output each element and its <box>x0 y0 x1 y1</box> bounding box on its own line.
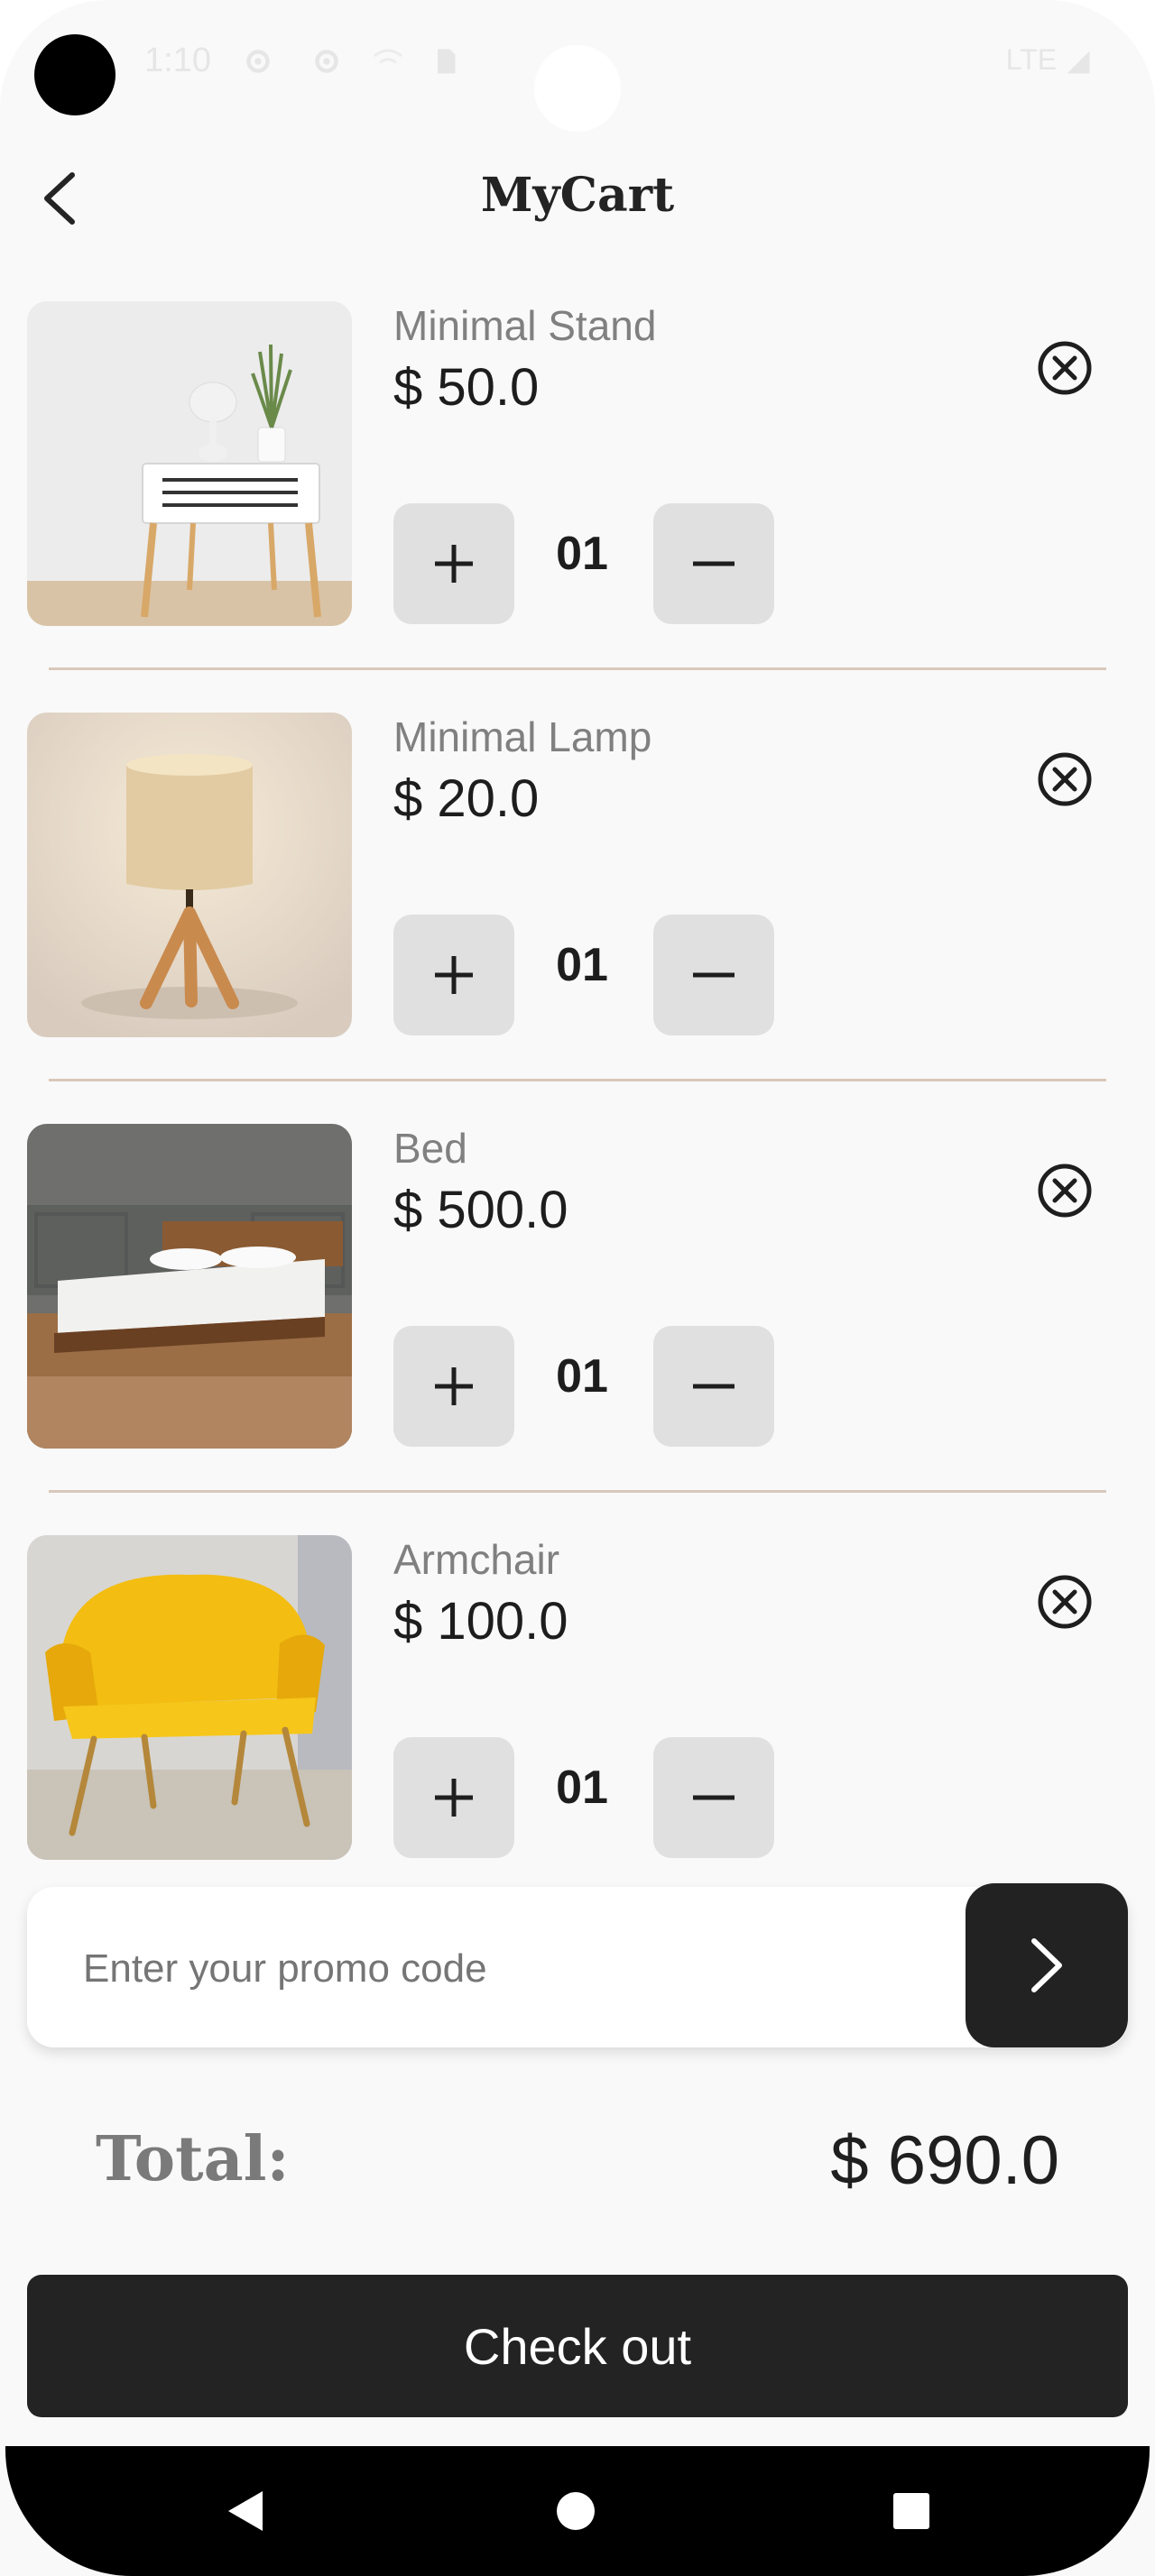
item-price: $ 50.0 <box>393 358 540 417</box>
item-price: $ 20.0 <box>393 769 540 828</box>
status-time: 1:10 <box>144 41 211 79</box>
back-triangle-icon <box>228 2491 263 2531</box>
gear-icon <box>246 50 270 73</box>
item-divider <box>49 1079 1106 1081</box>
system-nav-bar <box>5 2446 1150 2576</box>
quantity-value: 01 <box>556 939 608 991</box>
front-camera <box>34 34 116 115</box>
promo-submit-button[interactable] <box>966 1883 1128 2047</box>
remove-item-button[interactable] <box>1030 745 1099 814</box>
checkout-label: Check out <box>463 2317 692 2375</box>
item-price: $ 500.0 <box>393 1181 568 1239</box>
plus-icon <box>435 956 473 994</box>
gear-icon <box>315 50 338 73</box>
minus-icon <box>693 561 735 566</box>
product-image[interactable] <box>27 1535 352 1860</box>
item-name: Minimal Stand <box>393 302 657 349</box>
increase-quantity-button[interactable] <box>393 503 514 624</box>
decrease-quantity-button[interactable] <box>653 1326 774 1447</box>
decrease-quantity-button[interactable] <box>653 1737 774 1858</box>
recents-square-icon <box>893 2493 929 2529</box>
stand-photo <box>27 301 352 626</box>
close-circle-icon <box>1038 1164 1092 1218</box>
total-label: Total: <box>96 2123 290 2195</box>
decrease-quantity-button[interactable] <box>653 503 774 624</box>
close-circle-icon <box>1038 1575 1092 1629</box>
app-screen: 1:10 LTE MyCart Minimal Stand $ 50.0 01 … <box>0 0 1155 2576</box>
wifi-off-icon <box>374 49 402 64</box>
lamp-photo <box>27 713 352 1037</box>
page-title: MyCart <box>480 168 675 223</box>
cart-item: Minimal Stand $ 50.0 01 <box>27 301 1128 628</box>
promo-code-input[interactable] <box>81 1932 897 2006</box>
item-divider <box>49 1490 1106 1493</box>
product-image[interactable] <box>27 301 352 626</box>
remove-item-button[interactable] <box>1030 334 1099 402</box>
checkout-button[interactable]: Check out <box>27 2275 1128 2417</box>
close-circle-icon <box>1038 752 1092 806</box>
item-name: Bed <box>393 1125 467 1172</box>
product-image[interactable] <box>27 713 352 1037</box>
nav-home-button[interactable] <box>522 2446 630 2576</box>
item-name: Minimal Lamp <box>393 713 652 760</box>
increase-quantity-button[interactable] <box>393 1326 514 1447</box>
quantity-value: 01 <box>556 528 608 580</box>
item-name: Armchair <box>393 1536 560 1583</box>
bed-photo <box>27 1124 352 1449</box>
increase-quantity-button[interactable] <box>393 1737 514 1858</box>
plus-icon <box>435 1367 473 1405</box>
minus-icon <box>693 972 735 978</box>
plus-icon <box>435 545 473 583</box>
decrease-quantity-button[interactable] <box>653 915 774 1035</box>
nav-recents-button[interactable] <box>857 2446 966 2576</box>
minus-icon <box>693 1384 735 1389</box>
item-price: $ 100.0 <box>393 1592 568 1651</box>
nav-back-button[interactable] <box>191 2446 300 2576</box>
remove-item-button[interactable] <box>1030 1568 1099 1636</box>
signal-icon <box>1067 51 1090 74</box>
status-bar: 1:10 LTE <box>0 0 1155 132</box>
cart-item: Bed $ 500.0 01 <box>27 1124 1128 1450</box>
quantity-value: 01 <box>556 1762 608 1814</box>
close-circle-icon <box>1038 341 1092 395</box>
promo-code-box <box>27 1883 1128 2047</box>
chevron-right-icon <box>1031 1938 1062 1992</box>
sim-card-icon <box>438 49 456 74</box>
remove-item-button[interactable] <box>1030 1156 1099 1225</box>
quantity-value: 01 <box>556 1350 608 1403</box>
minus-icon <box>693 1795 735 1800</box>
item-divider <box>49 667 1106 670</box>
plus-icon <box>435 1779 473 1817</box>
increase-quantity-button[interactable] <box>393 915 514 1035</box>
home-circle-icon <box>557 2492 595 2530</box>
network-type: LTE <box>1006 43 1092 77</box>
armchair-photo <box>27 1535 352 1860</box>
cart-item: Minimal Lamp $ 20.0 01 <box>27 713 1128 1039</box>
total-value: $ 690.0 <box>830 2122 1059 2199</box>
product-image[interactable] <box>27 1124 352 1449</box>
camera-notch <box>534 45 621 132</box>
cart-item: Armchair $ 100.0 01 <box>27 1535 1128 1862</box>
